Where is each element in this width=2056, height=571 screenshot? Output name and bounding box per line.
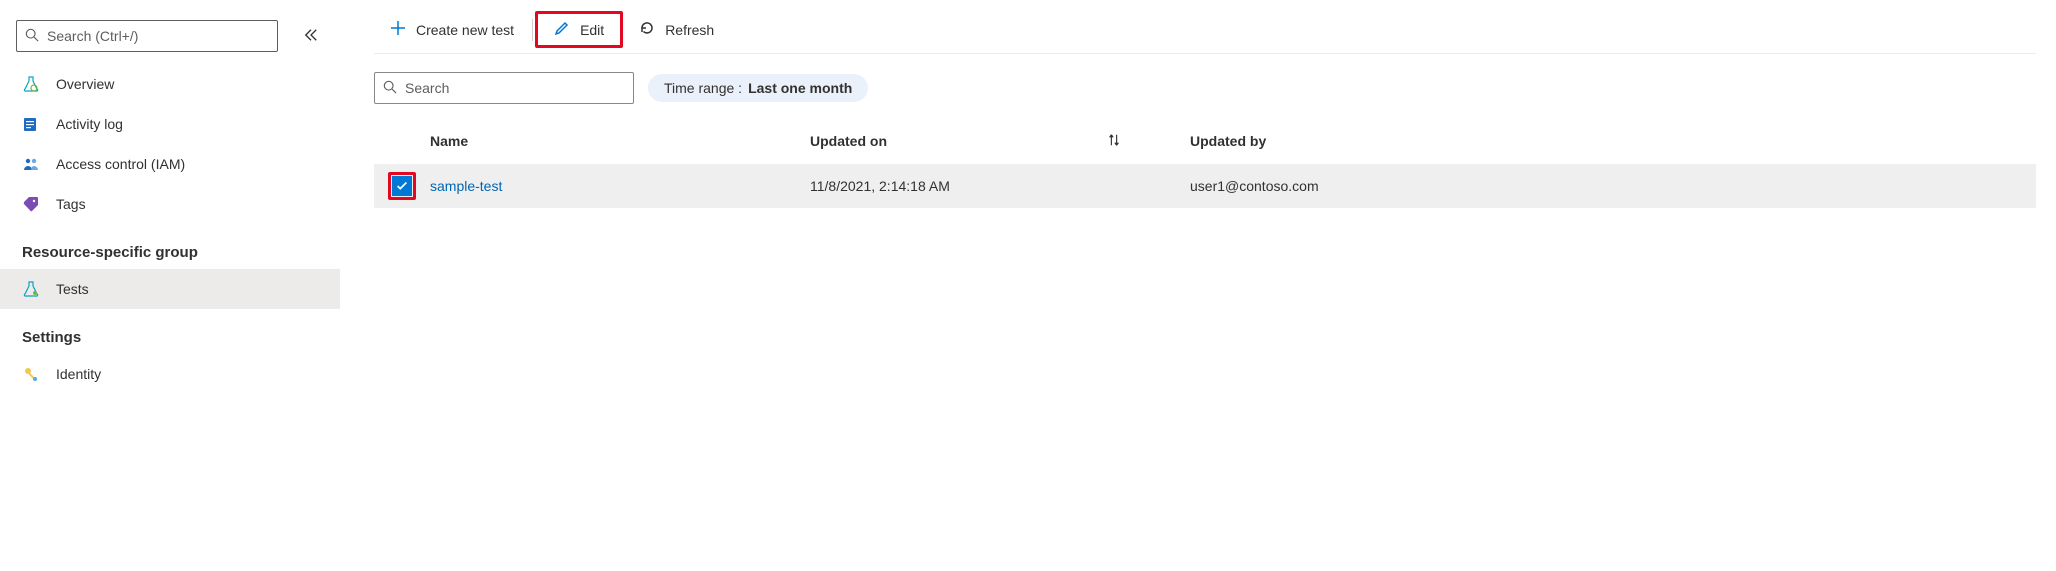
create-new-test-button[interactable]: Create new test	[374, 14, 530, 45]
flask-tests-icon	[22, 280, 40, 298]
sort-icon[interactable]	[1107, 133, 1121, 150]
activity-log-icon	[22, 115, 40, 133]
time-range-value: Last one month	[748, 80, 852, 96]
row-name-link[interactable]: sample-test	[430, 178, 810, 194]
tests-table: Name Updated on Updated by sample-test 1…	[374, 118, 2036, 208]
refresh-button[interactable]: Refresh	[623, 14, 730, 45]
toolbar-label: Create new test	[416, 22, 514, 38]
col-updated-on-header[interactable]: Updated on	[810, 133, 1190, 150]
toolbar-separator	[532, 19, 533, 41]
pencil-icon	[554, 20, 570, 39]
nav-label: Activity log	[56, 116, 123, 132]
check-icon	[395, 179, 409, 193]
nav-label: Overview	[56, 76, 114, 92]
nav-overview[interactable]: Overview	[0, 64, 340, 104]
toolbar-label: Refresh	[665, 22, 714, 38]
time-range-filter[interactable]: Time range : Last one month	[648, 74, 868, 102]
search-icon	[25, 28, 39, 45]
key-icon	[22, 365, 40, 383]
edit-button[interactable]: Edit	[535, 11, 623, 48]
sidebar-top	[0, 20, 340, 64]
nav-resource-group: Tests	[0, 269, 340, 309]
search-icon	[383, 80, 397, 97]
main-search[interactable]	[374, 72, 634, 104]
tag-icon	[22, 195, 40, 213]
nav-identity[interactable]: Identity	[0, 354, 340, 394]
main-panel: Create new test Edit Refresh Time range …	[340, 0, 2056, 571]
toolbar: Create new test Edit Refresh	[374, 14, 2036, 54]
nav-tags[interactable]: Tags	[0, 184, 340, 224]
table-row[interactable]: sample-test 11/8/2021, 2:14:18 AM user1@…	[374, 164, 2036, 208]
time-range-label: Time range :	[664, 80, 742, 96]
nav-access-control[interactable]: Access control (IAM)	[0, 144, 340, 184]
flask-icon	[22, 75, 40, 93]
people-icon	[22, 155, 40, 173]
nav-primary: Overview Activity log Access control (IA…	[0, 64, 340, 224]
nav-label: Tests	[56, 281, 89, 297]
row-checkbox[interactable]	[392, 176, 412, 196]
nav-tests[interactable]: Tests	[0, 269, 340, 309]
row-checkbox-highlight	[388, 172, 416, 200]
nav-activity-log[interactable]: Activity log	[0, 104, 340, 144]
nav-label: Tags	[56, 196, 86, 212]
nav-settings-group: Identity	[0, 354, 340, 394]
sidebar-search-input[interactable]	[47, 28, 269, 44]
main-search-input[interactable]	[405, 80, 625, 96]
plus-icon	[390, 20, 406, 39]
group-header-settings: Settings	[0, 309, 340, 354]
row-updated-by: user1@contoso.com	[1190, 178, 2036, 194]
table-header: Name Updated on Updated by	[374, 118, 2036, 164]
nav-label: Identity	[56, 366, 101, 382]
row-checkbox-cell	[374, 172, 430, 200]
group-header-resource: Resource-specific group	[0, 224, 340, 269]
collapse-sidebar-icon[interactable]	[298, 22, 324, 51]
sidebar-search[interactable]	[16, 20, 278, 52]
nav-label: Access control (IAM)	[56, 156, 185, 172]
col-updated-by-header[interactable]: Updated by	[1190, 133, 2036, 149]
updated-on-label: Updated on	[810, 133, 887, 149]
row-updated-on: 11/8/2021, 2:14:18 AM	[810, 178, 1190, 194]
sidebar: Overview Activity log Access control (IA…	[0, 0, 340, 571]
col-name-header[interactable]: Name	[430, 133, 810, 149]
toolbar-label: Edit	[580, 22, 604, 38]
refresh-icon	[639, 20, 655, 39]
filter-row: Time range : Last one month	[374, 54, 2036, 112]
